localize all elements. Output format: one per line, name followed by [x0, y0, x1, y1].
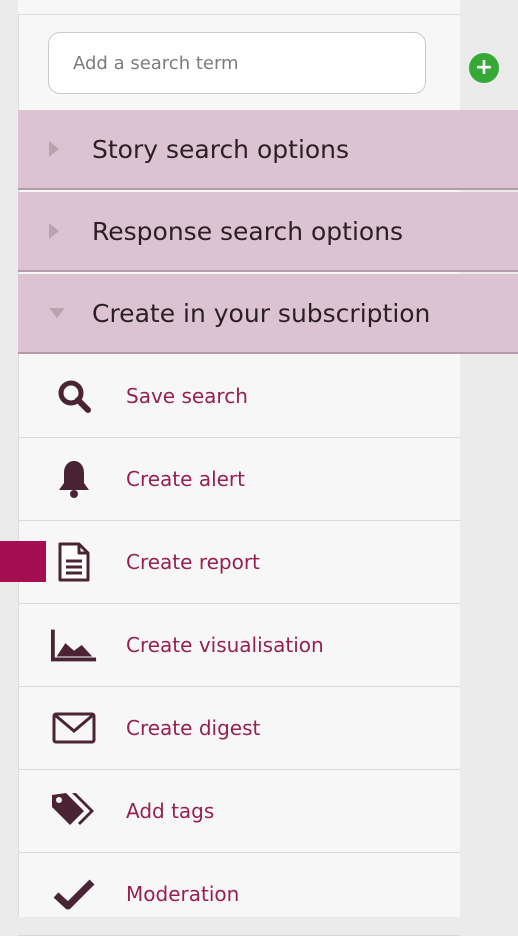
item-label: Moderation [126, 882, 240, 906]
bell-icon [50, 455, 98, 503]
section-create-in-subscription[interactable]: Create in your subscription [18, 274, 518, 354]
moderation-item[interactable]: Moderation [18, 853, 460, 936]
item-label: Create alert [126, 467, 245, 491]
add-tags-item[interactable]: Add tags [18, 770, 460, 853]
item-label: Create digest [126, 716, 261, 740]
area-chart-icon [50, 621, 98, 669]
envelope-icon [50, 704, 98, 752]
section-response-search-options[interactable]: Response search options [18, 192, 518, 272]
section-story-search-options[interactable]: Story search options [18, 110, 518, 190]
caret-down-icon [49, 308, 65, 318]
add-search-term-button[interactable]: + [469, 53, 499, 83]
search-icon [50, 372, 98, 420]
create-digest-item[interactable]: Create digest [18, 687, 460, 770]
tags-icon [50, 787, 98, 835]
search-input[interactable] [48, 32, 426, 94]
create-report-item[interactable]: Create report [18, 521, 460, 604]
item-label: Save search [126, 384, 248, 408]
item-label: Add tags [126, 799, 215, 823]
create-actions-list: Save search Create alert Create report C… [18, 355, 460, 936]
caret-right-icon [49, 223, 59, 239]
section-label: Story search options [92, 134, 350, 164]
search-bar [18, 15, 460, 110]
save-search-item[interactable]: Save search [18, 355, 460, 438]
caret-right-icon [49, 141, 59, 157]
plus-circle-icon: + [474, 55, 494, 80]
checkmark-icon [50, 870, 98, 918]
section-label: Response search options [92, 216, 404, 246]
create-alert-item[interactable]: Create alert [18, 438, 460, 521]
item-label: Create report [126, 550, 260, 574]
top-divider [18, 0, 460, 15]
document-icon [50, 538, 98, 586]
section-label: Create in your subscription [92, 298, 431, 328]
item-label: Create visualisation [126, 633, 324, 657]
highlight-marker [0, 541, 46, 582]
create-visualisation-item[interactable]: Create visualisation [18, 604, 460, 687]
